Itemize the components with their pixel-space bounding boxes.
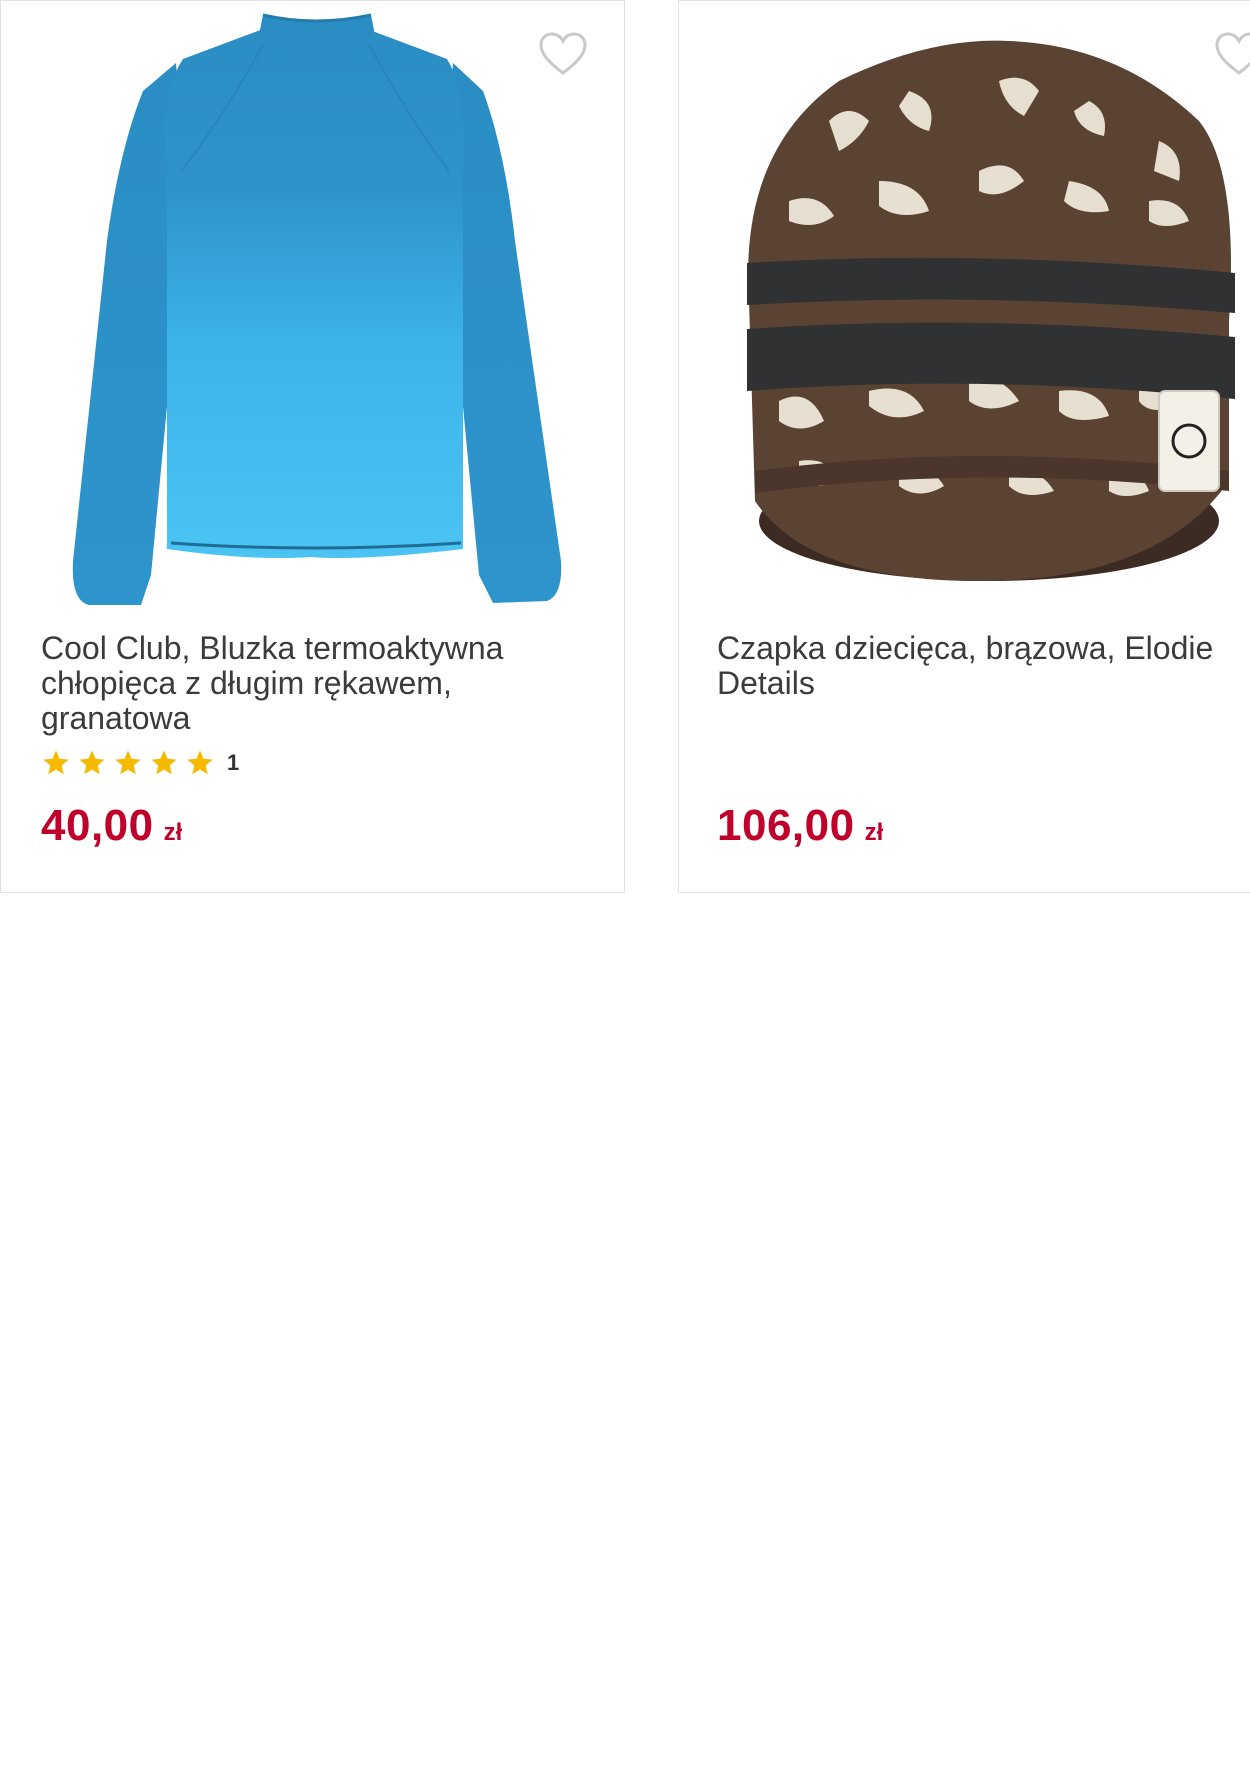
product-card[interactable]: Cool Club, Bluzka termoaktywna chłopięca…: [0, 0, 625, 893]
product-price: 106,00 zł: [717, 801, 883, 851]
product-grid: Cool Club, Bluzka termoaktywna chłopięca…: [0, 0, 1250, 1790]
price-currency: zł: [864, 819, 884, 846]
product-card[interactable]: Czapka dziecięca, brązowa, Elodie Detail…: [678, 0, 1250, 893]
product-price: 40,00 zł: [41, 801, 182, 851]
star-icon: [43, 750, 69, 775]
wishlist-heart-icon[interactable]: [1213, 29, 1250, 81]
star-icon: [187, 750, 213, 775]
product-image-shirt[interactable]: [1, 1, 624, 621]
product-image-beanie[interactable]: [679, 1, 1250, 621]
product-rating: 1: [41, 747, 239, 779]
price-currency: zł: [163, 819, 183, 846]
price-amount: 106,00: [717, 801, 855, 850]
wishlist-heart-icon[interactable]: [537, 29, 589, 81]
rating-count: 1: [227, 750, 240, 775]
star-icon: [115, 750, 141, 775]
star-icon: [79, 750, 105, 775]
price-amount: 40,00: [41, 801, 154, 850]
product-title[interactable]: Cool Club, Bluzka termoaktywna chłopięca…: [41, 631, 601, 736]
star-icon: [151, 750, 177, 775]
product-title[interactable]: Czapka dziecięca, brązowa, Elodie Detail…: [717, 631, 1250, 701]
